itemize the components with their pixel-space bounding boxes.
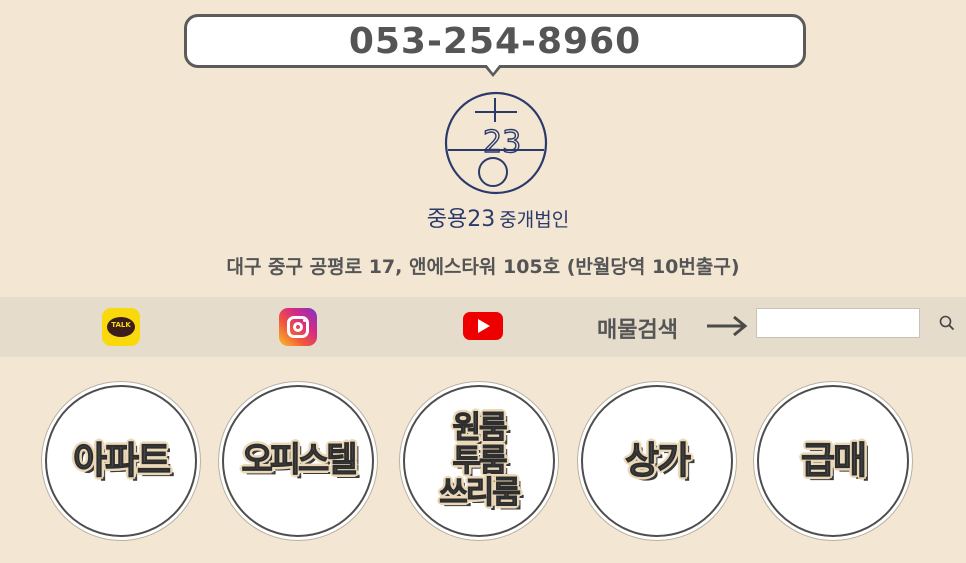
category-officetel-button[interactable]: 오피스텔 — [222, 385, 374, 537]
logo-subtitle: 중개법인 — [499, 209, 570, 231]
category-label: 원룸 투룸 쓰리룸 — [439, 410, 522, 512]
property-search-label: 매물검색 — [597, 318, 678, 343]
arrow-right-icon — [707, 315, 748, 337]
instagram-icon[interactable] — [279, 308, 317, 346]
category-oneroom-button[interactable]: 원룸 투룸 쓰리룸 — [403, 385, 555, 537]
instagram-lens — [293, 322, 303, 332]
category-commercial-button[interactable]: 상가 — [581, 385, 733, 537]
logo-mark-text: 23 — [483, 125, 521, 160]
category-label: 오피스텔 — [241, 440, 358, 481]
category-label: 아파트 — [72, 438, 171, 482]
kakao-talk-icon[interactable]: TALK — [102, 308, 140, 346]
social-bar: TALK 매물검색 — [0, 297, 966, 357]
youtube-play — [478, 319, 490, 333]
bubble-tail-inner — [486, 64, 500, 73]
search-icon — [939, 315, 955, 331]
search-input[interactable] — [757, 309, 939, 337]
category-apartment-button[interactable]: 아파트 — [45, 385, 197, 537]
category-label: 상가 — [624, 438, 691, 482]
youtube-icon[interactable] — [463, 312, 503, 340]
company-logo-mark: 23 — [444, 91, 548, 195]
phone-bubble[interactable]: 053-254-8960 — [184, 14, 806, 77]
category-urgent-sale-button[interactable]: 급매 — [757, 385, 909, 537]
category-label: 급매 — [800, 438, 867, 482]
phone-number[interactable]: 053-254-8960 — [349, 21, 641, 62]
instagram-dot — [303, 319, 306, 322]
company-logo-text: 중용23 중개법인 — [398, 201, 598, 233]
kakao-talk-label: TALK — [111, 321, 131, 329]
search-button[interactable] — [939, 309, 955, 337]
office-address: 대구 중구 공평로 17, 앤에스타워 105호 (반월당역 10번출구) — [226, 256, 740, 278]
search-box — [756, 308, 955, 338]
logo-brand: 중용23 — [426, 207, 496, 232]
